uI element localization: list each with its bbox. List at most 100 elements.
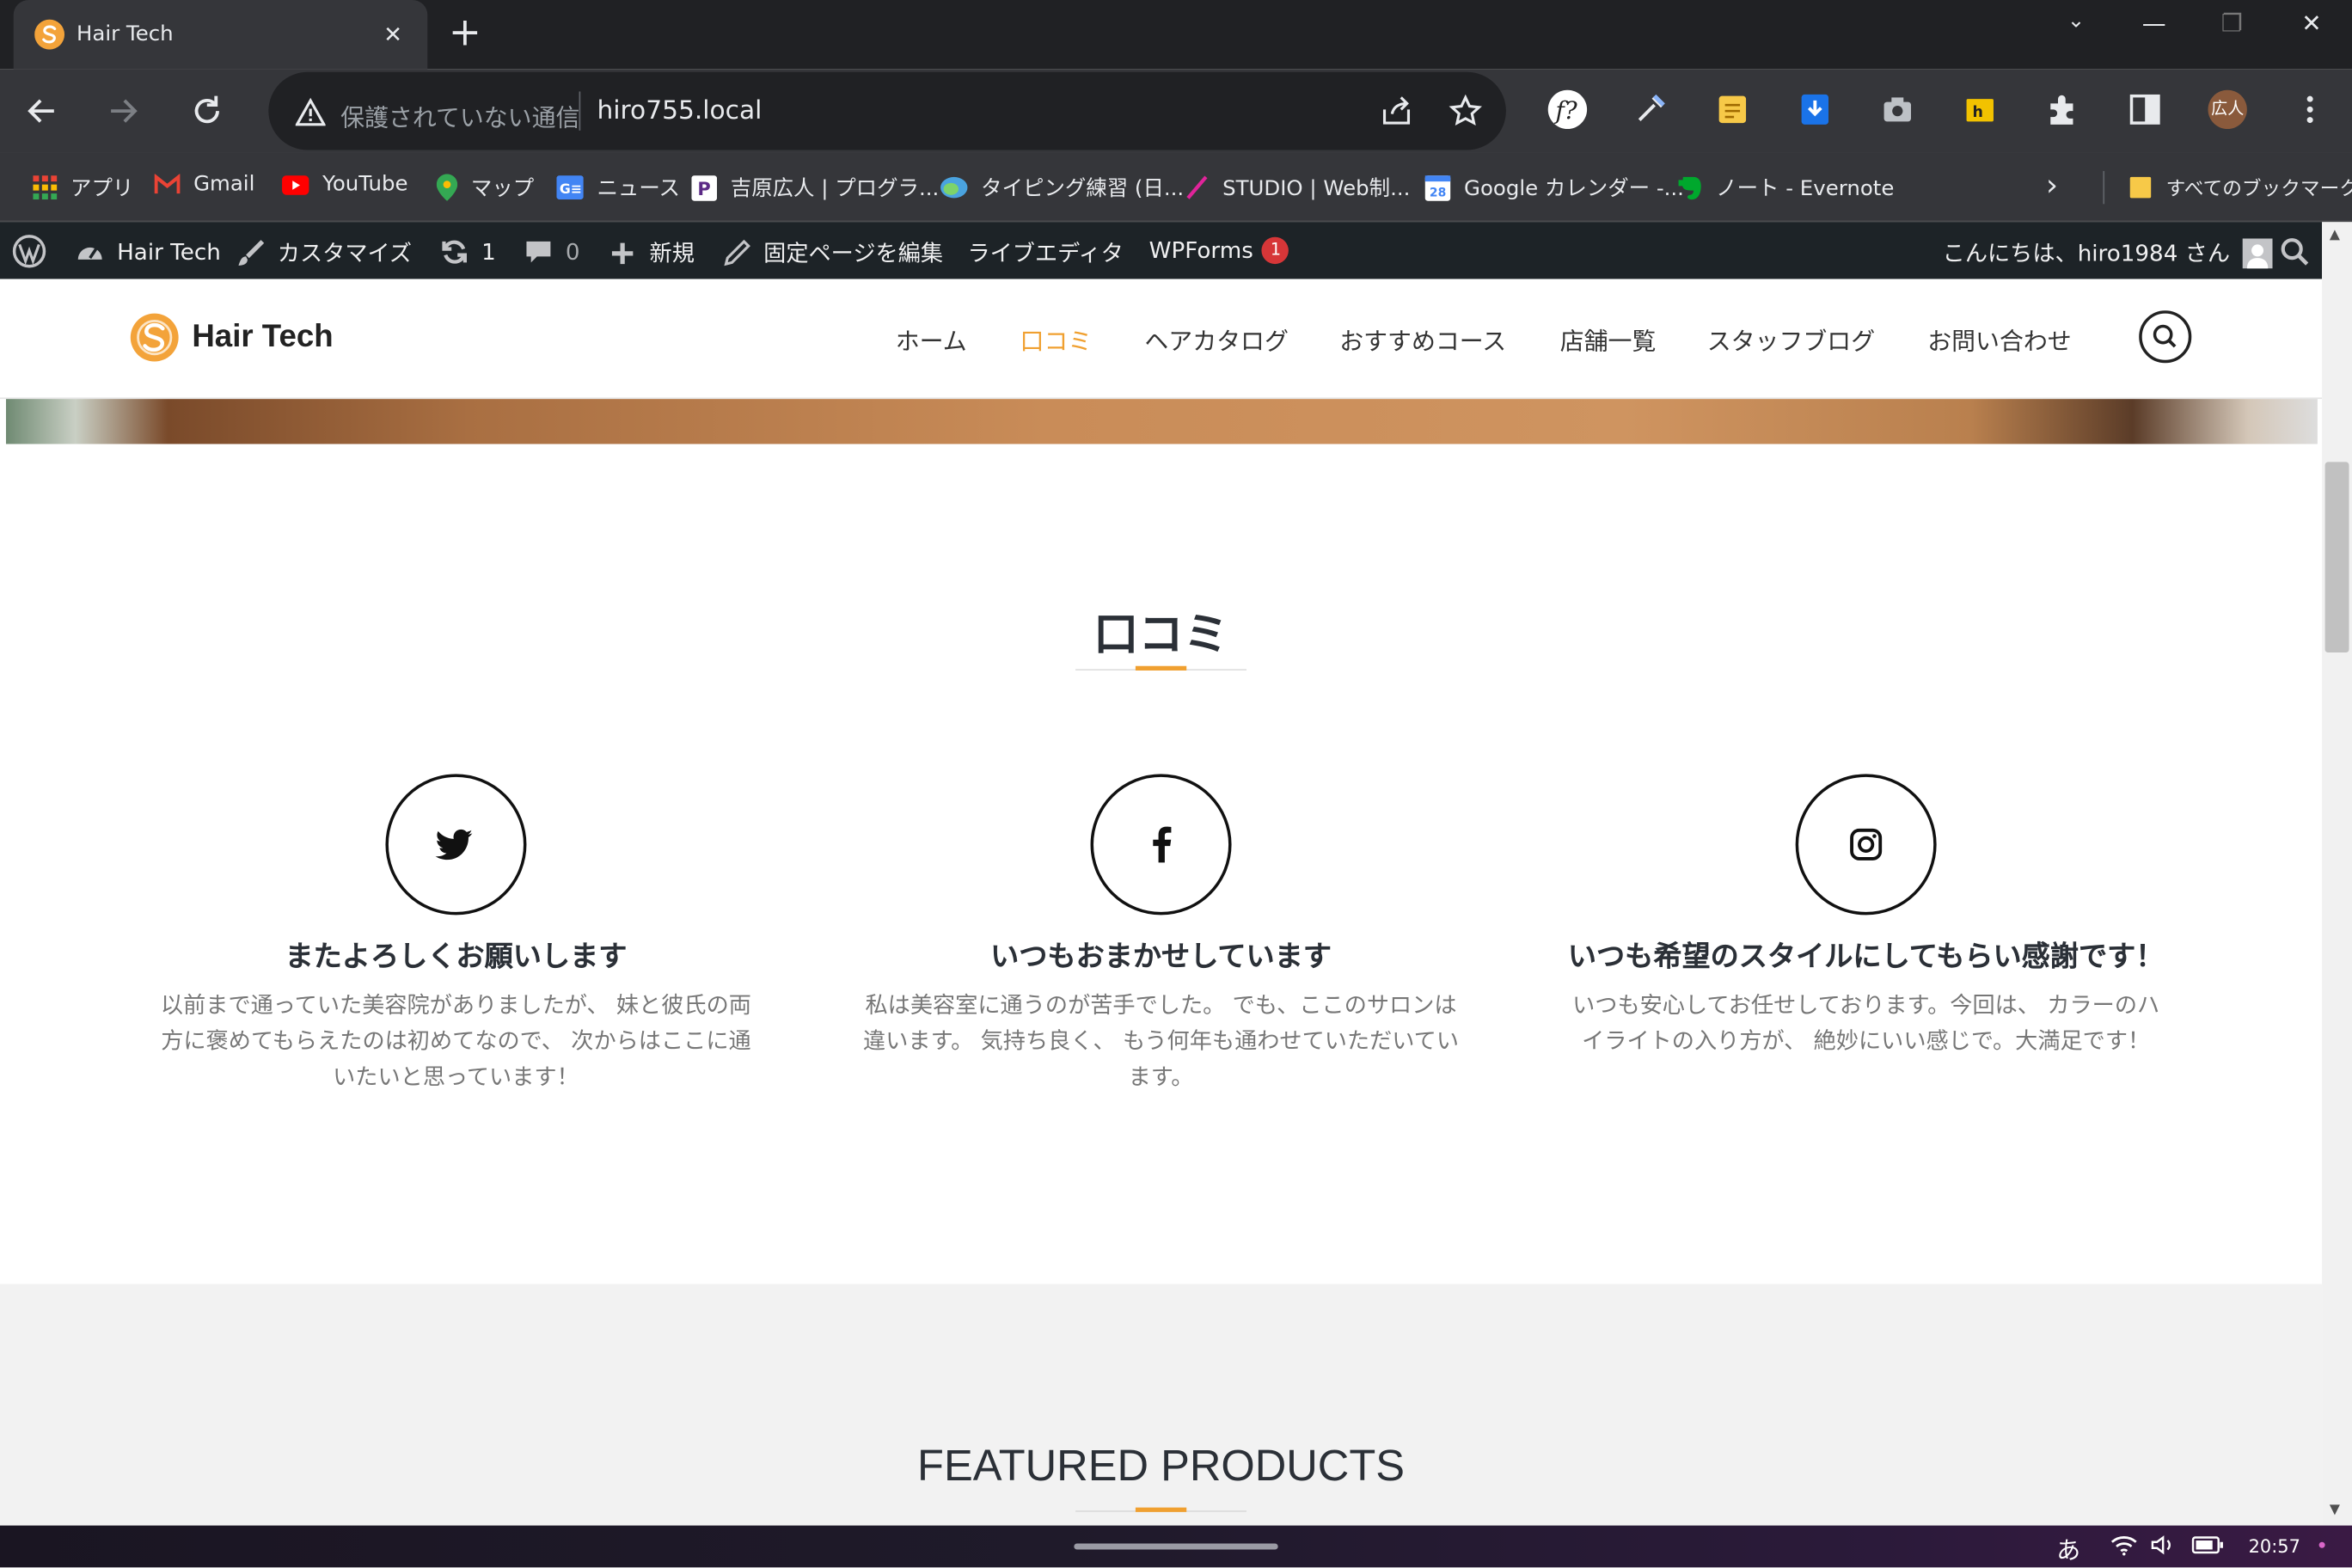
side-panel-icon[interactable] — [2126, 90, 2165, 129]
admin-comments-count: 0 — [565, 238, 580, 266]
reviews-title: 口コミ — [1093, 609, 1229, 662]
home-indicator[interactable] — [1074, 1543, 1278, 1550]
site-search-icon[interactable] — [2139, 310, 2192, 364]
nav-recommended-courses[interactable]: おすすめコース — [1339, 321, 1506, 357]
restore-button[interactable]: ❐ — [2209, 9, 2254, 37]
admin-wpforms[interactable]: WPForms 1 — [1149, 236, 1289, 265]
bookmark-label: 吉原広人 | プログラ... — [730, 176, 940, 201]
review-text-line: いたいと思っています！ — [333, 1063, 579, 1091]
site-logo[interactable]: Hair Tech — [129, 312, 334, 363]
share-icon[interactable] — [1380, 95, 1412, 127]
bookmark-google-calendar[interactable]: 28 Google カレンダー -... — [1424, 173, 1684, 203]
tab-close-icon[interactable]: ✕ — [379, 21, 406, 47]
nav-contact[interactable]: お問い合わせ — [1927, 321, 2072, 357]
review-text-line: 私は美容室に通うのが苦手でした。 でも、ここのサロンは — [865, 991, 1457, 1019]
address-bar[interactable]: 保護されていない通信 hiro755.local — [268, 71, 1506, 150]
clock-time[interactable]: 20:57 — [2249, 1536, 2300, 1557]
scroll-down-arrow-icon[interactable]: ▼ — [2330, 1503, 2340, 1517]
bookmark-maps[interactable]: マップ — [436, 173, 535, 203]
admin-account[interactable]: こんにちは、hiro1984 さん — [1943, 237, 2272, 269]
scroll-up-arrow-icon[interactable]: ▲ — [2330, 228, 2340, 242]
admin-customize[interactable]: カスタマイズ — [236, 237, 412, 269]
review-3-text: いつも安心してお任せしております。今回は、 カラーのハ イライトの入り方が、 絶… — [1544, 987, 2189, 1059]
volume-icon[interactable] — [2151, 1534, 2175, 1555]
evernote-elephant-icon — [1677, 174, 1703, 200]
facebook-icon[interactable] — [1090, 774, 1232, 916]
svg-text:f?: f? — [1553, 96, 1577, 125]
new-tab-button[interactable]: + — [447, 14, 483, 52]
warning-triangle-icon[interactable] — [295, 97, 326, 127]
bookmarks-bar: アプリ Gmail YouTube マップ G≡ ニュース P 吉原広人 | プ… — [0, 152, 2352, 223]
admin-site-name[interactable]: Hair Tech — [75, 237, 221, 267]
reload-icon[interactable] — [186, 90, 228, 132]
more-bookmarks-chevron-icon[interactable]: › — [2046, 167, 2058, 203]
nav-hair-catalog[interactable]: ヘアカタログ — [1144, 321, 1289, 357]
all-bookmarks-folder[interactable]: すべてのブックマーク — [2128, 173, 2352, 201]
ime-indicator[interactable]: あ — [2056, 1530, 2080, 1566]
forward-arrow-icon[interactable] — [102, 90, 144, 132]
bookmark-evernote[interactable]: ノート - Evernote — [1677, 173, 1894, 203]
browser-tab[interactable]: Hair Tech ✕ — [13, 0, 428, 70]
bookmark-label: YouTube — [322, 172, 408, 197]
calendar-icon: 28 — [1424, 175, 1451, 200]
chrome-menu-icon[interactable] — [2290, 90, 2329, 129]
review-text-line: ます。 — [1128, 1063, 1194, 1091]
bookmark-label: ニュース — [597, 176, 680, 201]
bookmark-news[interactable]: G≡ ニュース — [556, 173, 680, 203]
scrollbar-thumb[interactable] — [2324, 462, 2349, 653]
admin-edit-page-label: 固定ページを編集 — [763, 240, 944, 267]
admin-new[interactable]: 新規 — [608, 237, 695, 269]
bookmark-typing[interactable]: タイピング練習 (日... — [940, 173, 1184, 203]
bookmark-apps[interactable]: アプリ — [33, 173, 133, 203]
download-extension-icon[interactable] — [1796, 90, 1834, 129]
admin-live-editor[interactable]: ライブエディタ — [967, 237, 1123, 269]
wordpress-logo-icon[interactable] — [12, 234, 46, 268]
nav-stores[interactable]: 店舗一覧 — [1560, 321, 1657, 357]
back-arrow-icon[interactable] — [21, 90, 63, 132]
review-text-line: イライトの入り方が、 絶妙にいい感じで。大満足です！ — [1582, 1027, 2151, 1055]
folder-extension-icon[interactable]: h — [1961, 90, 2000, 129]
nav-reviews[interactable]: 口コミ — [1020, 321, 1093, 357]
tab-search-chevron-icon[interactable]: ⌄ — [2054, 9, 2098, 33]
extensions-puzzle-icon[interactable] — [2043, 90, 2082, 129]
whatfont-extension-icon[interactable]: f? — [1547, 89, 1588, 130]
url-text[interactable]: hiro755.local — [597, 96, 762, 126]
admin-search-icon[interactable] — [2280, 237, 2310, 267]
bookmark-label: Google カレンダー -... — [1464, 176, 1684, 201]
bookmark-star-icon[interactable] — [1449, 94, 1482, 127]
svg-text:28: 28 — [1430, 186, 1446, 199]
close-window-button[interactable]: ✕ — [2289, 9, 2334, 37]
studio-slash-icon — [1185, 175, 1209, 199]
bookmark-youtube[interactable]: YouTube — [282, 172, 408, 197]
dashboard-gauge-icon — [75, 237, 105, 267]
bookmark-gmail[interactable]: Gmail — [154, 173, 254, 197]
svg-text:P: P — [697, 178, 710, 199]
battery-icon[interactable] — [2191, 1534, 2224, 1555]
admin-updates[interactable]: 1 — [439, 237, 496, 267]
notes-extension-icon[interactable] — [1713, 90, 1752, 129]
profile-avatar[interactable]: 広人 — [2208, 89, 2247, 130]
nav-staff-blog[interactable]: スタッフブログ — [1707, 321, 1875, 357]
twitter-icon[interactable] — [385, 774, 527, 916]
bookmark-studio[interactable]: STUDIO | Web制... — [1185, 173, 1410, 203]
notification-dot[interactable] — [2318, 1541, 2325, 1548]
notification-badge: 1 — [1262, 236, 1289, 265]
minimize-button[interactable]: — — [2132, 9, 2177, 37]
admin-edit-page[interactable]: 固定ページを編集 — [721, 237, 943, 269]
user-avatar-icon — [2241, 237, 2272, 268]
site-header: Hair Tech ホーム 口コミ ヘアカタログ おすすめコース 店舗一覧 スタ… — [0, 279, 2323, 400]
tab-strip: Hair Tech ✕ + ⌄ — ❐ ✕ — [0, 0, 2352, 70]
instagram-icon[interactable] — [1795, 774, 1937, 916]
admin-comments[interactable]: 0 — [524, 237, 580, 267]
wifi-icon[interactable] — [2110, 1534, 2137, 1556]
paintbrush-icon — [236, 238, 266, 268]
bookmark-yoshihara[interactable]: P 吉原広人 | プログラ... — [691, 173, 939, 203]
screenshot-extension-icon[interactable] — [1878, 90, 1917, 129]
page-scrollbar[interactable]: ▲ ▼ — [2322, 222, 2352, 1526]
review-2-text: 私は美容室に通うのが苦手でした。 でも、ここのサロンは 違います。 気持ち良く、… — [838, 987, 1483, 1095]
featured-products-title: FEATURED PRODUCTS — [917, 1442, 1406, 1491]
bookmark-label: マップ — [470, 176, 535, 201]
nav-home[interactable]: ホーム — [896, 321, 967, 357]
security-status-label[interactable]: 保護されていない通信 — [340, 97, 579, 133]
color-picker-extension-icon[interactable] — [1631, 90, 1669, 129]
